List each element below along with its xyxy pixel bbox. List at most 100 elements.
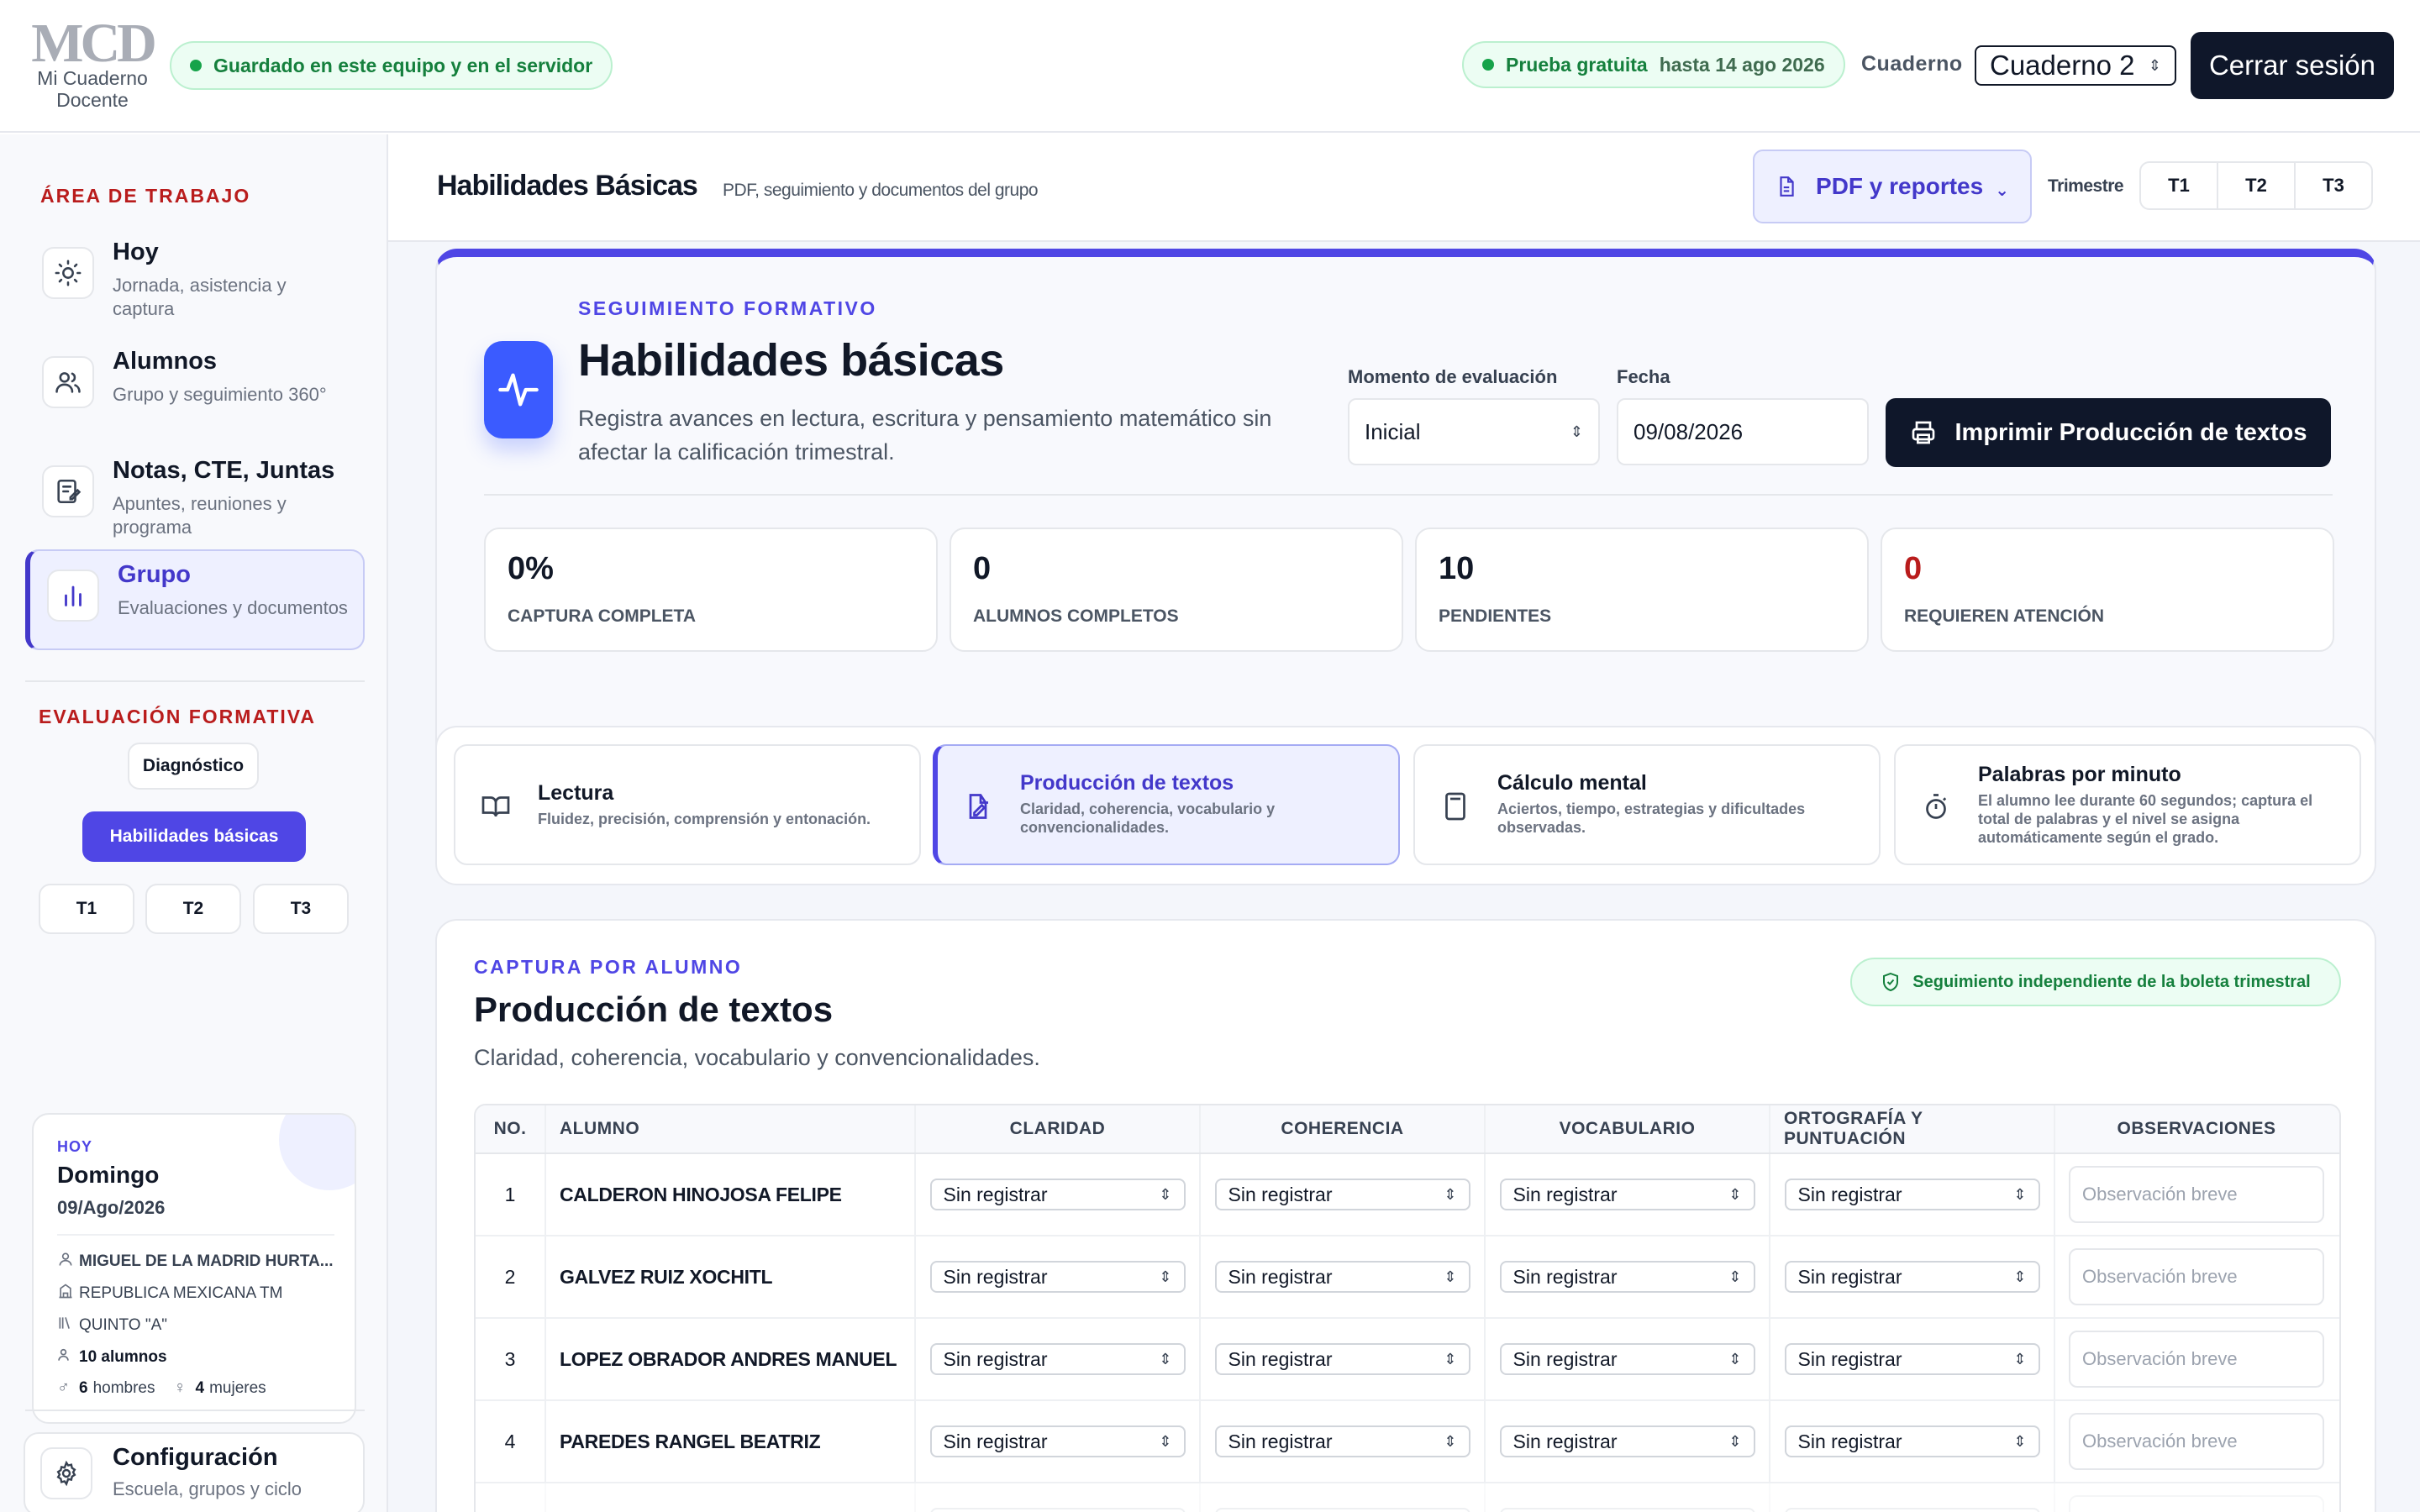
date-field[interactable]: 09/08/2026 [1617,398,1869,465]
ortografia-select[interactable]: Sin registrar⇕ [1784,1343,2040,1375]
calculator-icon [1440,791,1470,822]
col-observaciones: OBSERVACIONES [2117,1119,2276,1138]
cell-observaciones: Observación breve [2055,1319,2338,1399]
print-button[interactable]: Imprimir Producción de textos [1886,398,2331,467]
select-value: Sin registrar [943,1347,1048,1370]
student-name: CALDERON HINOJOSA FELIPE [546,1154,916,1235]
cell-vocabulario: Sin registrar ⇕ [1486,1236,1770,1317]
observation-input[interactable]: Observación breve [2069,1495,2324,1512]
vocabulario-select[interactable]: Sin registrar⇕ [1499,1179,1755,1210]
select-arrows-icon: ⇕ [1728,1350,1742,1368]
coherencia-select[interactable]: Sin registrar⇕ [1214,1425,1470,1457]
claridad-select[interactable]: Sin registrar⇕ [929,1179,1186,1210]
decorative-circle [279,1115,355,1190]
female-icon: ♀ [173,1378,187,1397]
app-logo[interactable]: MCD Mi Cuaderno Docente [25,16,160,113]
activity-icon [484,341,553,438]
ortografia-select[interactable]: Sin registrar⇕ [1784,1261,2040,1293]
user-icon [57,1251,79,1273]
save-status-text: Guardado en este equipo y en el servidor [213,54,593,76]
select-value: Sin registrar [943,1430,1048,1452]
ortografia-select[interactable]: Sin registrar⇕ [1784,1179,2040,1210]
tab-palabras-minuto[interactable]: Palabras por minuto El alumno lee durant… [1894,744,2361,865]
book-icon [481,791,511,822]
tab-title: Palabras por minuto [1978,763,2181,786]
sidebar: ÁREA DE TRABAJO Hoy Jornada, asistencia … [0,134,388,1512]
sidebar-item-alumnos[interactable]: Alumnos Grupo y seguimiento 360° [25,338,365,438]
notebook-select[interactable]: Cuaderno 2 ⇕ [1975,45,2176,86]
coherencia-select[interactable]: Sin registrar⇕ [1214,1179,1470,1210]
row-number: 2 [476,1236,546,1317]
cell-coherencia: Sin registrar⇕ [1201,1401,1486,1482]
claridad-select[interactable]: Sin registrar⇕ [929,1508,1186,1512]
notebook-label: Cuaderno [1861,52,1963,76]
notes-icon [42,465,94,517]
women-count: 4 [195,1378,205,1397]
stat-label: CAPTURA COMPLETA [508,606,696,626]
coherencia-select[interactable]: Sin registrar⇕ [1214,1261,1470,1293]
logout-button[interactable]: Cerrar sesión [2191,32,2394,99]
tab-t2[interactable]: T2 [2218,163,2296,208]
ortografia-select[interactable]: Sin registrar⇕ [1784,1425,2040,1457]
logo-line2: Docente [56,89,129,111]
coherencia-select[interactable]: Sin registrar⇕ [1214,1343,1470,1375]
tab-title: Lectura [538,781,614,805]
capture-card: CAPTURA POR ALUMNO Seguimiento independi… [435,919,2376,1512]
pdf-reports-button[interactable]: PDF y reportes ⌄ [1753,150,2032,223]
page-subtitle: PDF, seguimiento y documentos del grupo [723,181,1039,200]
select-arrows-icon: ⇕ [1159,1268,1172,1285]
vocabulario-select[interactable]: Sin registrar⇕ [1499,1508,1755,1512]
formative-title: EVALUACIÓN FORMATIVA [39,706,317,727]
logo-line1: Mi Cuaderno [37,67,148,89]
save-status-badge: Guardado en este equipo y en el servidor [170,41,613,90]
diagnostic-button[interactable]: Diagnóstico [128,743,259,790]
sidebar-item-grupo[interactable]: Grupo Evaluaciones y documentos [25,549,365,650]
sidebar-term-t3[interactable]: T3 [253,884,349,934]
claridad-select[interactable]: Sin registrar⇕ [929,1343,1186,1375]
chevron-down-icon: ⌄ [1995,181,2009,200]
observation-input[interactable]: Observación breve [2069,1166,2324,1223]
table-row: 3 LOPEZ OBRADOR ANDRES MANUEL Sin registra… [476,1319,2339,1401]
sidebar-item-hoy[interactable]: Hoy Jornada, asistencia y captura [25,228,365,329]
stopwatch-icon [1921,791,1951,822]
tab-produccion-textos[interactable]: Producción de textos Claridad, coherenci… [933,744,1400,865]
vocabulario-select[interactable]: Sin registrar⇕ [1499,1343,1755,1375]
select-value: Sin registrar [943,1183,1048,1205]
col-vocabulario: VOCABULARIO [1486,1105,1770,1152]
cell-ortografia: Sin registrar ⇕ [1770,1154,2055,1235]
select-value: Sin registrar [1797,1430,1902,1452]
tab-calculo-mental[interactable]: Cálculo mental Aciertos, tiempo, estrate… [1413,744,1881,865]
cell-claridad: Sin registrar ⇕ [916,1319,1201,1399]
vocabulario-select[interactable]: Sin registrar⇕ [1499,1425,1755,1457]
observation-input[interactable]: Observación breve [2069,1413,2324,1470]
tab-lectura[interactable]: Lectura Fluidez, precisión, comprensión … [454,744,921,865]
tab-t1[interactable]: T1 [2141,163,2218,208]
sun-icon [42,247,94,299]
sidebar-item-notas[interactable]: Notas, CTE, Juntas Apuntes, reuniones y … [25,447,365,548]
shield-icon [1881,972,1901,992]
observation-input[interactable]: Observación breve [2069,1248,2324,1305]
tab-t3[interactable]: T3 [2296,163,2371,208]
vocabulario-select[interactable]: Sin registrar⇕ [1499,1261,1755,1293]
workspace-title: ÁREA DE TRABAJO [40,185,251,207]
sidebar-term-t2[interactable]: T2 [145,884,241,934]
observation-input[interactable]: Observación breve [2069,1331,2324,1388]
basic-skills-button[interactable]: Habilidades básicas [82,811,306,862]
cell-coherencia: Sin registrar⇕ [1201,1483,1486,1512]
ortografia-select[interactable]: Sin registrar⇕ [1784,1508,2040,1512]
sidebar-item-configuracion[interactable]: Configuración Escuela, grupos y ciclo [24,1432,365,1512]
capture-eyebrow: CAPTURA POR ALUMNO [474,956,743,978]
cell-vocabulario: Sin registrar ⇕ [1486,1319,1770,1399]
today-day: Domingo [57,1162,160,1188]
moment-select[interactable]: Inicial ⇕ [1348,398,1600,465]
coherencia-select[interactable]: Sin registrar⇕ [1214,1508,1470,1512]
select-value: Sin registrar [943,1265,1048,1288]
stat-value: 0% [508,551,554,586]
select-value: Sin registrar [1512,1265,1618,1288]
stat-card: 10 PENDIENTES [1415,528,1869,652]
claridad-select[interactable]: Sin registrar ⇕ [929,1261,1186,1293]
select-arrows-icon: ⇕ [1728,1432,1742,1450]
claridad-select[interactable]: Sin registrar⇕ [929,1425,1186,1457]
sidebar-term-t1[interactable]: T1 [39,884,134,934]
row-number: 5 [476,1483,546,1512]
